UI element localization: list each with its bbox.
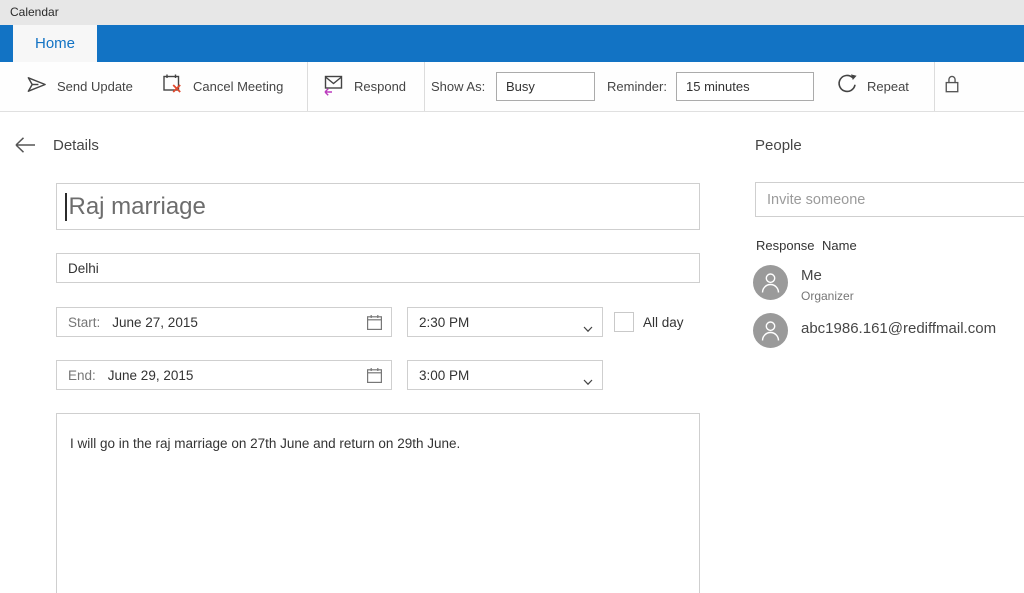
cancel-meeting-button[interactable]: Cancel Meeting <box>160 62 283 111</box>
description-textarea[interactable]: I will go in the raj marriage on 27th Ju… <box>56 413 700 593</box>
event-title-input[interactable]: Raj marriage <box>56 183 700 230</box>
end-time-select[interactable]: 3:00 PM <box>407 360 603 390</box>
details-heading: Details <box>53 137 99 154</box>
start-date-value: June 27, 2015 <box>112 315 198 330</box>
chevron-down-icon <box>583 320 593 338</box>
description-text: I will go in the raj marriage on 27th Ju… <box>57 414 699 454</box>
location-input[interactable]: Delhi <box>56 253 700 283</box>
respond-icon <box>321 72 345 101</box>
send-update-button[interactable]: Send Update <box>25 62 133 111</box>
respond-button[interactable]: Respond <box>321 62 406 111</box>
cancel-meeting-icon <box>160 72 184 101</box>
reminder-label: Reminder: <box>607 62 667 111</box>
person-avatar-icon <box>753 313 788 348</box>
back-arrow-icon <box>13 141 37 158</box>
start-label: Start: <box>68 315 100 330</box>
ribbon: Home <box>0 25 1024 62</box>
end-time-value: 3:00 PM <box>419 368 469 383</box>
name-column-header: Name <box>822 238 857 253</box>
location-value: Delhi <box>68 261 99 276</box>
calendar-app-window: Calendar Home Send Update Cancel Meeting… <box>0 0 1024 593</box>
repeat-icon <box>836 73 858 100</box>
end-date-value: June 29, 2015 <box>108 368 194 383</box>
show-as-label: Show As: <box>431 62 485 111</box>
back-button[interactable] <box>13 136 37 159</box>
attendee-name: Me <box>801 267 822 284</box>
repeat-label: Repeat <box>867 79 909 94</box>
people-heading: People <box>755 137 802 154</box>
all-day-label: All day <box>643 315 684 330</box>
calendar-picker-icon <box>366 314 383 336</box>
end-label: End: <box>68 368 96 383</box>
private-lock-button[interactable] <box>942 62 962 111</box>
toolbar-separator <box>307 62 308 111</box>
send-update-label: Send Update <box>57 79 133 94</box>
toolbar: Send Update Cancel Meeting Respond Show … <box>0 62 1024 112</box>
toolbar-separator <box>424 62 425 111</box>
start-time-value: 2:30 PM <box>419 315 469 330</box>
cancel-meeting-label: Cancel Meeting <box>193 79 283 94</box>
start-time-select[interactable]: 2:30 PM <box>407 307 603 337</box>
toolbar-separator <box>934 62 935 111</box>
invite-placeholder: Invite someone <box>767 192 865 208</box>
window-title: Calendar <box>10 0 59 25</box>
show-as-input[interactable]: Busy <box>496 72 595 101</box>
attendee-name: abc1986.161@rediffmail.com <box>801 320 996 337</box>
calendar-picker-icon <box>366 367 383 389</box>
attendee-role: Organizer <box>801 289 854 303</box>
reminder-input[interactable]: 15 minutes <box>676 72 814 101</box>
tab-home[interactable]: Home <box>13 25 97 62</box>
start-date-field[interactable]: Start: June 27, 2015 <box>56 307 392 337</box>
text-cursor <box>65 193 67 221</box>
window-titlebar: Calendar <box>0 0 1024 25</box>
chevron-down-icon <box>583 373 593 391</box>
send-icon <box>25 73 48 101</box>
respond-label: Respond <box>354 79 406 94</box>
lock-icon <box>942 73 962 101</box>
response-column-header: Response <box>756 238 815 253</box>
person-avatar-icon <box>753 265 788 300</box>
invite-input[interactable]: Invite someone <box>755 182 1024 217</box>
event-title-value: Raj marriage <box>69 193 206 221</box>
all-day-checkbox[interactable] <box>614 312 634 332</box>
repeat-button[interactable]: Repeat <box>836 62 909 111</box>
end-date-field[interactable]: End: June 29, 2015 <box>56 360 392 390</box>
